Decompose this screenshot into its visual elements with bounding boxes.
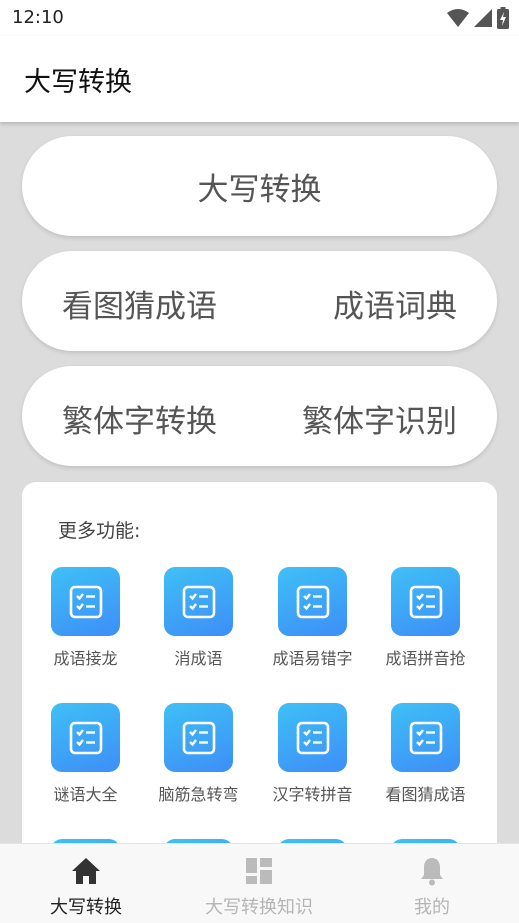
function-tile-riddles[interactable]: 谜语大全 [22,703,135,833]
bell-icon [419,854,445,888]
nav-item-mine[interactable]: 我的 [402,844,462,923]
bottom-nav: 大写转换 大写转换知识 我的 [0,843,519,923]
function-tile-guess-idiom[interactable]: 看图猜成语 [362,703,475,833]
function-label: 成语拼音抢 [385,649,466,668]
app-bar: 大写转换 [0,36,519,122]
function-tile-eliminate-idiom[interactable]: 消成语 [135,567,248,697]
battery-charging-icon [497,7,509,29]
dashboard-icon [245,854,273,888]
function-label: 成语接龙 [53,649,118,668]
nav-label: 大写转换知识 [205,897,313,918]
traditional-recognize-button[interactable]: 繁体字识别 [302,396,457,441]
function-tile-idiom-pinyin[interactable]: 成语拼音抢 [362,567,475,697]
function-tile-brain-teasers[interactable]: 脑筋急转弯 [135,703,248,833]
checklist-icon [391,703,460,772]
uppercase-convert-button[interactable]: 大写转换 [22,136,497,236]
idiom-row: 看图猜成语 成语词典 [22,251,497,351]
nav-label: 大写转换 [50,897,122,918]
checklist-icon [391,567,460,636]
checklist-icon [51,703,120,772]
guess-idiom-button[interactable]: 看图猜成语 [62,281,217,326]
nav-item-uppercase-knowledge[interactable]: 大写转换知识 [199,844,319,923]
more-functions-title: 更多功能: [58,520,141,542]
function-label: 脑筋急转弯 [158,785,239,804]
app-title: 大写转换 [24,67,132,98]
checklist-icon [278,567,347,636]
status-icons [447,6,509,30]
nav-label: 我的 [414,897,450,918]
checklist-icon [164,703,233,772]
checklist-icon [164,567,233,636]
function-tile-hanzi-to-pinyin[interactable]: 汉字转拼音 [249,703,362,833]
function-label: 谜语大全 [53,785,118,804]
function-label: 消成语 [174,649,223,668]
function-tile-idiom-chain[interactable]: 成语接龙 [22,567,135,697]
function-label: 看图猜成语 [385,785,466,804]
traditional-row: 繁体字转换 繁体字识别 [22,366,497,466]
wifi-icon [447,9,469,27]
status-time: 12:10 [12,7,64,28]
signal-icon [474,9,492,27]
function-tile-idiom-typos[interactable]: 成语易错字 [249,567,362,697]
function-label: 汉字转拼音 [272,785,353,804]
home-icon [71,854,101,888]
idiom-dictionary-button[interactable]: 成语词典 [333,281,457,326]
function-label: 成语易错字 [272,649,353,668]
traditional-convert-button[interactable]: 繁体字转换 [62,396,217,441]
checklist-icon [51,567,120,636]
checklist-icon [278,703,347,772]
status-bar: 12:10 [0,0,519,36]
uppercase-convert-label: 大写转换 [197,171,322,208]
nav-item-uppercase-convert[interactable]: 大写转换 [36,844,136,923]
